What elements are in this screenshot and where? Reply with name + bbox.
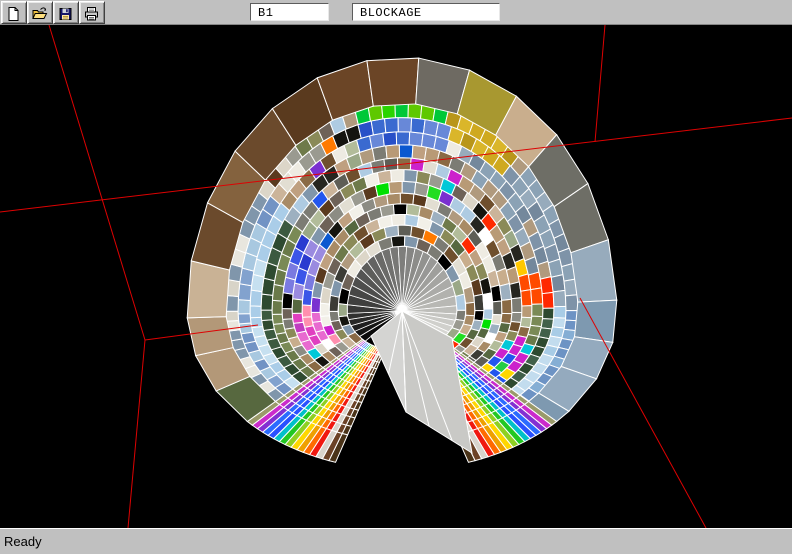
new-document-button[interactable] — [1, 1, 27, 24]
block-cell — [238, 300, 250, 314]
block-cell — [384, 158, 398, 171]
block-cell — [261, 310, 273, 320]
block-cell — [386, 145, 400, 159]
block-cell — [238, 284, 251, 301]
block-cell — [391, 169, 404, 181]
block-cell — [311, 297, 321, 312]
block-cell — [474, 294, 484, 310]
block-cell — [474, 311, 484, 321]
block-cell — [272, 314, 283, 324]
block-cell — [411, 118, 425, 134]
block-cell — [554, 306, 566, 318]
block-cell — [292, 299, 302, 314]
block-cell — [395, 103, 408, 117]
block-cell — [511, 312, 522, 322]
toolbar — [0, 0, 792, 25]
block-cell — [338, 304, 347, 317]
status-bar: Ready — [0, 528, 792, 554]
block-cell — [501, 313, 512, 323]
block-cell — [272, 300, 282, 314]
block-cell — [575, 300, 617, 342]
block-cell — [387, 193, 401, 205]
save-file-button[interactable] — [53, 1, 79, 24]
block-cell — [320, 303, 329, 316]
save-floppy-icon — [57, 6, 74, 22]
block-cell — [391, 236, 405, 248]
application-window: Ready — [0, 0, 792, 554]
block-cell — [383, 132, 397, 146]
open-folder-icon — [31, 6, 48, 22]
printer-icon — [83, 6, 100, 22]
block-cell — [389, 181, 403, 194]
block-cell — [292, 313, 303, 323]
block-cell — [521, 290, 532, 306]
axis-line — [128, 340, 145, 528]
block-cell — [408, 103, 422, 118]
open-file-button[interactable] — [27, 1, 53, 24]
block-cell — [261, 294, 273, 310]
block-cell — [250, 306, 261, 318]
block-cell — [409, 132, 423, 146]
block-cell — [398, 225, 412, 236]
block-cell — [282, 309, 292, 320]
block-cell — [532, 304, 543, 317]
block-cell — [493, 301, 502, 315]
print-button[interactable] — [79, 1, 105, 24]
block-cell — [226, 311, 239, 321]
block-cell — [187, 261, 229, 318]
block-cell — [250, 290, 262, 306]
block-cell — [531, 316, 543, 326]
block-name-field[interactable] — [250, 3, 329, 21]
block-cell — [543, 308, 554, 319]
block-cell — [400, 193, 414, 204]
block-cell — [522, 306, 532, 318]
axis-line — [49, 25, 145, 340]
block-cell — [282, 293, 293, 309]
block-cell — [398, 118, 412, 132]
new-document-icon — [5, 6, 22, 22]
block-cell — [396, 132, 409, 145]
block-cell — [483, 309, 493, 320]
block-cell — [399, 145, 413, 158]
block-cell — [552, 318, 565, 329]
block-model-scene — [0, 25, 792, 528]
block-cell — [393, 204, 407, 215]
block-cell — [367, 58, 419, 106]
block-cell — [502, 299, 512, 313]
block-cell — [302, 305, 311, 317]
block-cell — [565, 295, 578, 311]
block-cell — [404, 169, 418, 182]
block-cell — [402, 181, 416, 194]
block-cell — [391, 214, 405, 225]
viewport-3d[interactable] — [0, 25, 792, 528]
axis-line — [580, 298, 706, 528]
block-cell — [542, 292, 554, 308]
display-mode-field[interactable] — [352, 3, 500, 21]
status-text: Ready — [4, 534, 42, 549]
block-cell — [531, 288, 543, 305]
axis-line — [595, 25, 605, 142]
block-cell — [466, 302, 475, 316]
block-cell — [385, 118, 399, 133]
block-cell — [238, 314, 251, 324]
block-cell — [553, 290, 566, 306]
block-cell — [512, 298, 522, 313]
